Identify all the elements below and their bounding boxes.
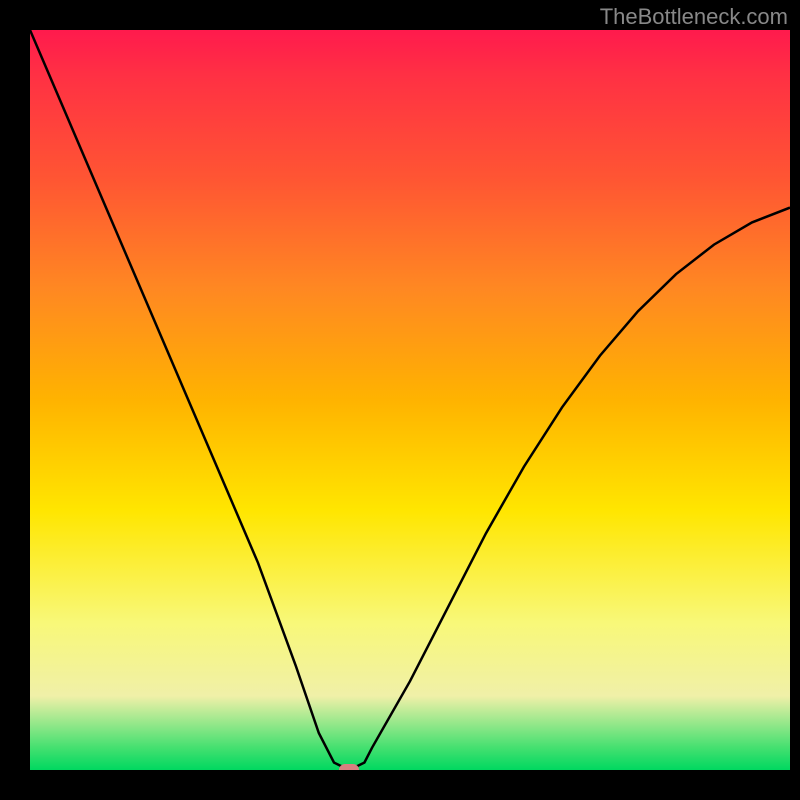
minimum-marker: [339, 764, 359, 770]
watermark-text: TheBottleneck.com: [600, 4, 788, 30]
plot-area: [30, 30, 790, 770]
bottleneck-curve: [30, 30, 790, 770]
curve-layer: [30, 30, 790, 770]
